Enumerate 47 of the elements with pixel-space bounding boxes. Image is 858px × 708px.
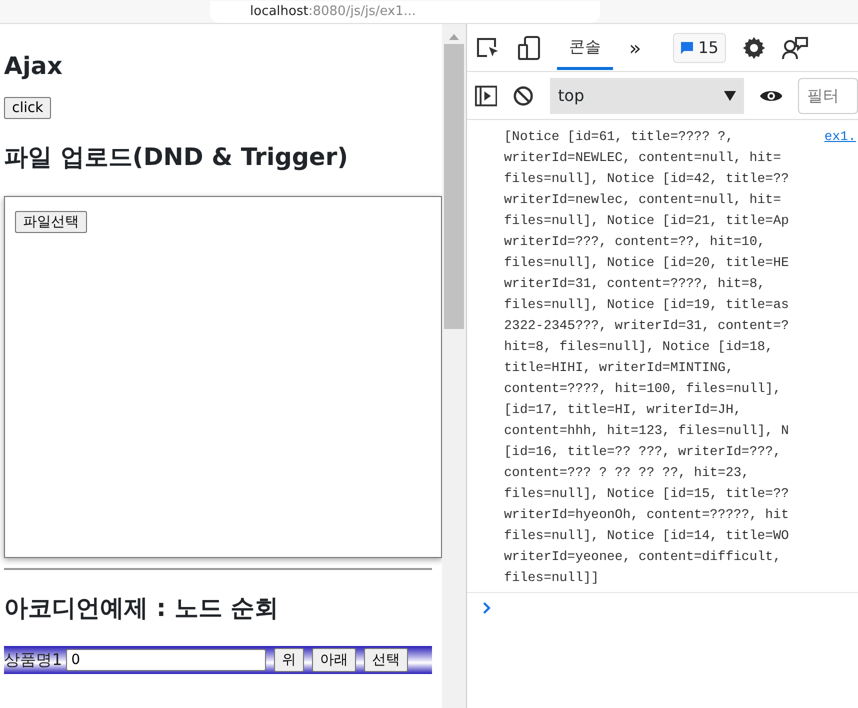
log-line: files=null], Notice [id=15, title=?? bbox=[504, 485, 789, 503]
click-button[interactable]: click bbox=[4, 96, 52, 119]
prompt-icon[interactable] bbox=[483, 602, 491, 614]
sidebar-toggle-icon[interactable] bbox=[475, 84, 498, 106]
log-line: files=null], Notice [id=42, title=?? bbox=[504, 170, 789, 188]
log-line: files=null], Notice [id=19, title=as bbox=[504, 296, 789, 314]
context-select[interactable]: top bbox=[550, 78, 744, 114]
log-line: hit=8, files=null], Notice [id=18, bbox=[504, 338, 774, 356]
dropdown-caret-icon bbox=[724, 90, 736, 100]
log-line: [id=17, title=HI, writerId=JH, bbox=[504, 401, 742, 419]
scrollbar-thumb[interactable] bbox=[444, 44, 464, 329]
more-tabs-button[interactable]: » bbox=[629, 32, 642, 62]
log-line: writerId=hyeonOh, content=?????, hit bbox=[504, 506, 789, 524]
log-line: writerId=31, content=????, hit=8, bbox=[504, 275, 766, 293]
product-input[interactable]: 0 bbox=[66, 649, 266, 672]
log-line: content=hhh, hit=123, files=null], N bbox=[504, 422, 789, 440]
product-label: 상품명1 bbox=[4, 649, 62, 672]
section-heading: 파일 업로드(DND & Trigger) bbox=[4, 142, 350, 172]
device-icon[interactable] bbox=[517, 34, 541, 60]
log-line: content=??? ? ?? ?? ??, hit=23, bbox=[504, 464, 750, 482]
file-select-button[interactable]: 파일선택 bbox=[15, 210, 87, 233]
row-button[interactable]: 아래 bbox=[312, 648, 356, 672]
log-line: files=null]] bbox=[504, 569, 599, 587]
message-icon bbox=[680, 40, 694, 54]
log-line: content=????, hit=100, files=null], bbox=[504, 380, 781, 398]
row-button[interactable]: 선택 bbox=[364, 648, 408, 672]
log-line: writerId=yeonee, content=difficult, bbox=[504, 548, 781, 566]
log-line: [id=16, title=?? ???, writerId=???, bbox=[504, 443, 781, 461]
log-line: writerId=newlec, content=null, hit= bbox=[504, 191, 781, 209]
log-line: files=null], Notice [id=14, title=WO bbox=[504, 527, 789, 545]
section-heading: 아코디언예제 : 노드 순회 bbox=[4, 594, 280, 622]
clear-console-icon[interactable] bbox=[513, 84, 534, 106]
drop-zone[interactable]: 파일선택 bbox=[4, 196, 442, 558]
address-bar[interactable]: localhost:8080/js/js/ex1... bbox=[210, 1, 600, 23]
section-heading: Ajax bbox=[4, 52, 64, 81]
feedback-icon[interactable] bbox=[782, 36, 808, 60]
log-line: files=null], Notice [id=21, title=Ap bbox=[504, 212, 789, 230]
issues-badge[interactable]: 15 bbox=[673, 32, 726, 62]
log-line: files=null], Notice [id=20, title=HE bbox=[504, 254, 789, 272]
log-line: writerId=NEWLEC, content=null, hit= bbox=[504, 149, 781, 167]
log-line: 2322-2345???, writerId=31, content=? bbox=[504, 317, 789, 335]
log-line: [Notice [id=61, title=???? ?, bbox=[504, 128, 734, 146]
log-line: writerId=???, content=??, hit=10, bbox=[504, 233, 766, 251]
log-line: title=HIHI, writerId=MINTING, bbox=[504, 359, 734, 377]
filter-field[interactable]: 필터 bbox=[798, 78, 858, 114]
row-button[interactable]: 위 bbox=[274, 648, 304, 672]
settings-icon[interactable] bbox=[742, 36, 766, 60]
